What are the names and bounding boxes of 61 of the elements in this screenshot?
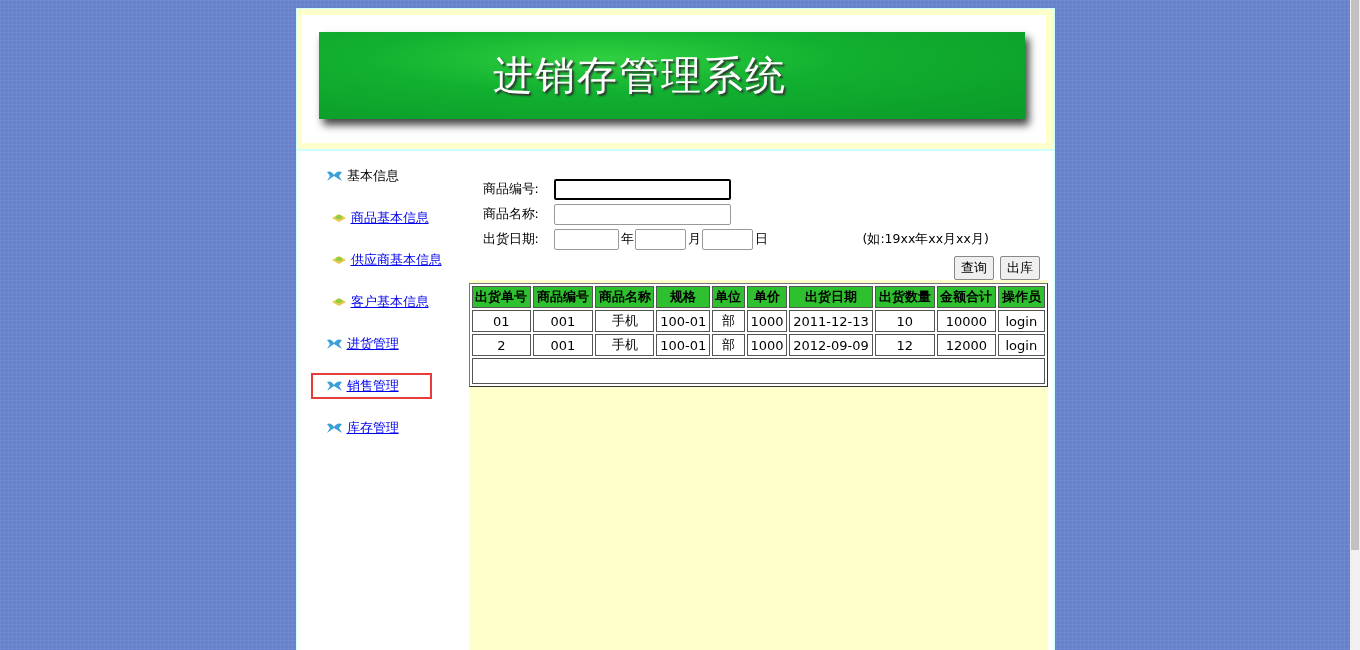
input-field[interactable] [553, 204, 731, 225]
table-cell: 部 [711, 334, 745, 356]
date-unit: 年 [620, 231, 634, 248]
nav-link[interactable]: 进货管理 [346, 335, 399, 353]
table-cell: 部 [711, 310, 745, 332]
input-field[interactable] [553, 179, 731, 200]
bow-icon [325, 170, 343, 182]
date-unit: 月 [687, 231, 701, 248]
column-header: 金额合计 [936, 286, 997, 308]
diamond-icon [330, 255, 347, 265]
column-header: 规格 [656, 286, 710, 308]
diamond-icon [330, 213, 347, 223]
column-header: 操作员 [998, 286, 1045, 308]
nav-link[interactable]: 商品基本信息 [350, 209, 429, 227]
table-cell: 2011-12-13 [789, 310, 873, 332]
column-header: 单位 [711, 286, 745, 308]
diamond-icon [330, 297, 347, 307]
field-label: 商品编号: [482, 181, 540, 198]
table-cell: 1000 [746, 334, 788, 356]
table-cell: 2012-09-09 [789, 334, 873, 356]
action-button[interactable]: 查询 [953, 256, 994, 280]
nav-link[interactable]: 销售管理 [346, 377, 399, 395]
table-cell: 10 [874, 310, 935, 332]
bow-icon [325, 380, 343, 392]
table-cell: 12 [874, 334, 935, 356]
field-label: 商品名称: [482, 206, 540, 223]
date-input-field[interactable] [701, 229, 753, 250]
bow-icon [325, 338, 343, 350]
table-cell: 1000 [746, 310, 788, 332]
table-cell: 10000 [936, 310, 997, 332]
date-input-field[interactable] [634, 229, 686, 250]
column-header: 单价 [746, 286, 788, 308]
nav-heading: 基本信息 [346, 167, 399, 185]
column-header: 商品编号 [533, 286, 593, 308]
nav-link[interactable]: 供应商基本信息 [350, 251, 442, 269]
date-format-hint: (如:19xx年xx月xx月) [862, 231, 989, 248]
nav-link[interactable]: 客户基本信息 [350, 293, 429, 311]
table-cell: login [998, 310, 1045, 332]
table-cell: 2 [471, 334, 532, 356]
table-cell: 100-01 [656, 334, 710, 356]
column-header: 出货数量 [874, 286, 935, 308]
table-cell: 手机 [594, 310, 655, 332]
field-label: 出货日期: [482, 231, 540, 248]
banner-title: 进销存管理系统 [492, 50, 787, 100]
action-button[interactable]: 出库 [999, 256, 1040, 280]
column-header: 出货日期 [789, 286, 873, 308]
table-cell: login [998, 334, 1045, 356]
bow-icon [325, 422, 343, 434]
table-cell: 12000 [936, 334, 997, 356]
table-cell: 01 [471, 310, 532, 332]
nav-link[interactable]: 库存管理 [346, 419, 399, 437]
date-unit: 日 [754, 231, 768, 248]
table-cell: 001 [533, 334, 593, 356]
date-input-field[interactable] [553, 229, 619, 250]
scrollbar[interactable] [1350, 0, 1360, 650]
selected-nav-item[interactable]: 销售管理 [310, 373, 432, 399]
column-header: 商品名称 [594, 286, 655, 308]
table-cell: 手机 [594, 334, 655, 356]
table-cell: 100-01 [656, 310, 710, 332]
column-header: 出货单号 [471, 286, 532, 308]
table-cell: 001 [533, 310, 593, 332]
